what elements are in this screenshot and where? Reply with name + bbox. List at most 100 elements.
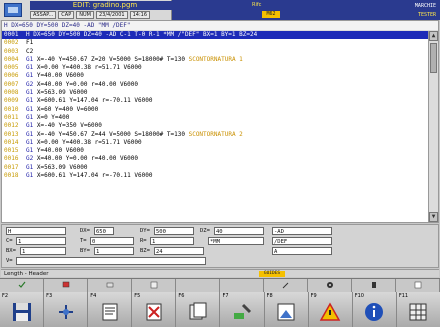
program-line[interactable]: 0010 G1 X=60 Y=400 V=6000 — [2, 106, 438, 114]
param-bx[interactable]: BX= 1 — [6, 247, 66, 255]
screen-icon[interactable] — [44, 279, 88, 292]
param-value[interactable]: /DEF — [272, 237, 332, 245]
date-field: 23/4/2001 — [95, 11, 128, 19]
line-code: X=40.00 Y=0.00 r=40.00 V6000 — [36, 80, 139, 88]
layout-icon[interactable] — [132, 279, 176, 292]
line-number: 0012 — [4, 122, 19, 130]
line-number: 0003 — [4, 47, 19, 55]
param-value[interactable]: H — [6, 227, 66, 235]
program-line[interactable]: 0016 G2 X=40.00 Y=0.00 r=40.00 V6000 — [2, 155, 438, 163]
guides-badge: GUIDES — [259, 271, 285, 277]
gcode-keyword: G1 — [26, 64, 34, 72]
param-value[interactable]: 500 — [154, 227, 194, 235]
title-bar: EDIT: gradino.pgm ASSAP... CAP NUM 23/4/… — [0, 0, 440, 20]
param-value[interactable]: 1 — [20, 247, 66, 255]
line-number: 0002 — [4, 39, 19, 47]
program-line[interactable]: 0018 G1 X=600.61 Y=147.04 r=-70.11 V6000 — [2, 172, 438, 180]
view-icon — [277, 303, 295, 321]
line-number: 0001 — [4, 31, 19, 38]
list-icon[interactable] — [396, 279, 440, 292]
line-number: 0017 — [4, 163, 19, 171]
program-line[interactable]: 0008 G1 X=563.09 V6000 — [2, 89, 438, 97]
gcode-keyword: G1 — [26, 97, 34, 105]
f8-view-button[interactable]: F8 — [264, 292, 309, 327]
line-code: X=600.61 Y=147.04 r=-70.11 V6000 — [36, 172, 153, 180]
tool-icon[interactable] — [264, 279, 308, 292]
param-value[interactable]: 1 — [150, 237, 194, 245]
line-number: 0005 — [4, 64, 19, 72]
gcode-keyword: G1 — [26, 89, 34, 97]
check-icon[interactable] — [0, 279, 44, 292]
status-field: ASSAP... — [30, 11, 57, 19]
memory-icon[interactable] — [352, 279, 396, 292]
param-field[interactable]: H — [6, 227, 66, 235]
param-value[interactable]: 1 — [94, 247, 134, 255]
param-value[interactable]: -AD — [272, 227, 332, 235]
param-by[interactable]: BY= 1 — [80, 247, 140, 255]
delete-document-icon — [146, 303, 162, 321]
f7-tool-button[interactable]: F7 — [220, 292, 265, 327]
gcode-keyword: G1 — [26, 105, 34, 113]
program-line[interactable]: 0003 C2 — [2, 48, 438, 56]
edit-icon[interactable] — [88, 279, 132, 292]
program-line[interactable]: 0015 G1 Y=40.00 V6000 — [2, 147, 438, 155]
param-v[interactable]: V= — [6, 257, 206, 265]
f5-delete-button[interactable]: F5 — [132, 292, 177, 327]
program-line[interactable]: 0017 G1 X=563.09 V6000 — [2, 164, 438, 172]
param-unit[interactable]: *MM — [200, 237, 270, 245]
line-code: X=0.00 Y=400.38 r=51.71 V6000 — [36, 138, 142, 146]
program-line[interactable]: 0013 G1 X=-40 Y=450.67 Z=44 V=5000 S=1800… — [2, 131, 438, 139]
param-r[interactable]: R= 1 — [140, 237, 200, 245]
scroll-thumb[interactable] — [430, 43, 437, 73]
f11-grid-button[interactable]: F11 — [396, 292, 440, 327]
scroll-down-icon[interactable]: ▼ — [429, 212, 438, 222]
f4-document-button[interactable]: F4 — [88, 292, 133, 327]
machine-label: MARCHIE — [414, 3, 436, 9]
param-c[interactable]: C= 1 — [6, 237, 66, 245]
program-line[interactable]: 0007 G2 X=40.00 Y=0.00 r=40.00 V6000 — [2, 81, 438, 89]
param-value[interactable]: A — [272, 247, 332, 255]
param-ad[interactable]: -AD — [272, 227, 332, 235]
program-line[interactable]: 0009 G1 X=600.61 Y=147.04 r=-70.11 V6000 — [2, 97, 438, 105]
f6-copy-button[interactable]: F6 — [176, 292, 221, 327]
param-bz[interactable]: BZ= 24 — [140, 247, 204, 255]
param-value[interactable]: 1 — [16, 237, 66, 245]
program-editor[interactable]: H DX=650 DY=500 DZ=40 -AD "MM /DEF" 0001… — [1, 20, 439, 223]
param-value[interactable]: 40 — [214, 227, 264, 235]
param-def[interactable]: /DEF — [272, 237, 332, 245]
param-dz[interactable]: DZ= 40 — [200, 227, 270, 235]
grid-icon — [409, 303, 427, 321]
program-line[interactable]: 0004 G1 X=-40 Y=450.67 Z=20 V=5000 S=1800… — [2, 56, 438, 64]
program-line[interactable]: 0014 G1 X=0.00 Y=400.38 r=51.71 V6000 — [2, 139, 438, 147]
param-value[interactable]: 0 — [90, 237, 134, 245]
program-line[interactable]: 0001 H DX=650 DY=500 DZ=40 -AD C-1 T-0 R-… — [2, 31, 438, 40]
param-value[interactable]: 650 — [94, 227, 114, 235]
program-line[interactable]: 0012 G1 X=-40 Y=350 V=6000 — [2, 122, 438, 130]
blank-key[interactable] — [220, 279, 264, 292]
param-a[interactable]: A — [272, 247, 332, 255]
vertical-scrollbar[interactable]: ▲ ▼ — [428, 31, 438, 222]
program-line[interactable]: 0011 G1 X=0 Y=400 — [2, 114, 438, 122]
param-value[interactable]: 24 — [154, 247, 204, 255]
f2-save-button[interactable]: F2 — [0, 292, 45, 327]
program-line[interactable]: 0002 F1 — [2, 39, 438, 47]
f10-info-button[interactable]: F10 — [352, 292, 397, 327]
f9-warning-button[interactable]: F9 — [308, 292, 353, 327]
scroll-up-icon[interactable]: ▲ — [429, 31, 438, 41]
blank-key[interactable] — [176, 279, 220, 292]
param-value[interactable] — [16, 257, 206, 265]
gcode-keyword: G1 — [26, 113, 34, 121]
param-dy[interactable]: DY= 500 — [140, 227, 200, 235]
num-indicator: NUM — [76, 11, 94, 19]
param-value[interactable]: *MM — [208, 237, 264, 245]
program-line[interactable]: 0005 G1 X=0.00 Y=400.38 r=51.71 V6000 — [2, 64, 438, 72]
line-number: 0009 — [4, 97, 19, 105]
line-code: X=-40 Y=450.67 Z=44 V=5000 S=18000# T=13… — [36, 130, 185, 138]
program-line[interactable]: 0006 G1 Y=40.00 V6000 — [2, 72, 438, 80]
gcode-keyword: G1 — [26, 72, 34, 80]
disc-icon[interactable] — [308, 279, 352, 292]
f3-axis-button[interactable]: F3 — [44, 292, 89, 327]
param-t[interactable]: T= 0 — [80, 237, 140, 245]
caps-indicator: CAP — [58, 11, 75, 19]
param-dx[interactable]: DX= 650 — [80, 227, 140, 235]
